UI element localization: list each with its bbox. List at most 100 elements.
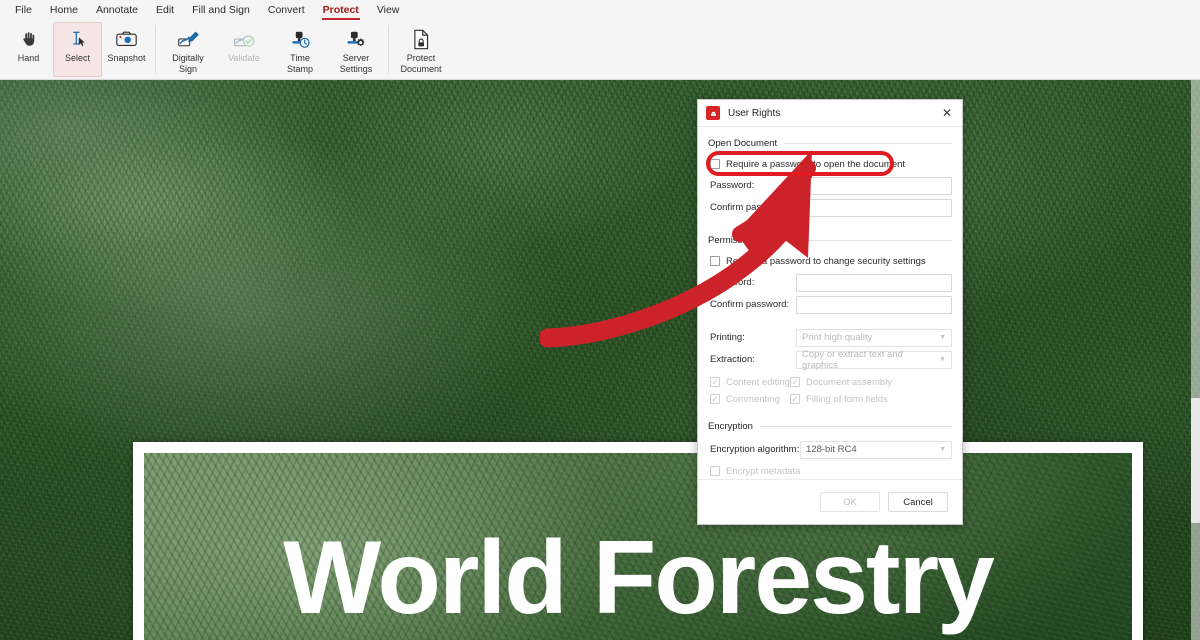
tool-label: Server — [342, 53, 370, 63]
tool-label: Time — [290, 53, 310, 63]
protect-document-icon — [411, 27, 431, 51]
encrypt-metadata-checkbox[interactable] — [710, 466, 720, 476]
permissions-confirm-password-row: Confirm password: — [710, 295, 952, 314]
toolbar-separator-2 — [388, 25, 389, 73]
chevron-down-icon: ▼ — [939, 446, 946, 453]
tool-label: Select — [64, 53, 90, 63]
toolbar-separator — [155, 25, 156, 73]
open-password-input[interactable] — [796, 176, 952, 195]
document-assembly-checkbox[interactable]: ✓ — [790, 377, 800, 387]
document-assembly-label: Document assembly — [806, 376, 893, 388]
encrypt-metadata-checkbox-row[interactable]: Encrypt metadata — [710, 464, 952, 478]
extraction-dropdown[interactable]: Copy or extract text and graphics ▼ — [796, 348, 952, 371]
content-editing-label: Content editing — [726, 376, 790, 388]
menu-item-convert[interactable]: Convert — [259, 1, 314, 20]
section-rule — [759, 426, 952, 427]
require-permissions-password-label: Require a password to change security se… — [726, 255, 926, 267]
require-open-password-checkbox-row[interactable]: Require a password to open the document — [710, 157, 952, 171]
dialog-body: Open Document Require a password to open… — [698, 127, 962, 480]
menu-item-view[interactable]: View — [368, 1, 409, 20]
permission-checkbox-grid: ✓ Content editing ✓ Document assembly ✓ … — [710, 375, 952, 406]
ok-button[interactable]: OK — [820, 492, 880, 512]
require-permissions-password-checkbox-row[interactable]: Require a password to change security se… — [710, 254, 952, 268]
tool-select[interactable]: Select — [53, 22, 102, 77]
permissions-password-row: Password: — [710, 273, 952, 292]
require-open-password-label: Require a password to open the document — [726, 158, 906, 170]
tool-snapshot[interactable]: Snapshot — [102, 22, 151, 77]
tool-digitally-sign[interactable]: Digitally Sign — [160, 22, 216, 77]
filling-form-fields-label: Filling of form fields — [806, 393, 888, 405]
tool-time-stamp[interactable]: Time Stamp — [272, 22, 328, 77]
tool-label-line2: Document — [400, 63, 442, 74]
commenting-checkbox[interactable]: ✓ — [710, 394, 720, 404]
dialog-footer: OK Cancel — [698, 479, 962, 524]
tool-hand[interactable]: Hand — [4, 22, 53, 77]
commenting-label: Commenting — [726, 393, 780, 405]
encryption-algorithm-dropdown[interactable]: 128-bit RC4 ▼ — [800, 440, 952, 459]
chevron-down-icon: ▼ — [939, 334, 946, 341]
pdf-page-content: World Forestry — [144, 453, 1132, 640]
open-confirm-password-label: Confirm password: — [710, 202, 790, 213]
filling-form-fields-checkbox-row[interactable]: ✓ Filling of form fields — [790, 392, 952, 406]
tool-label-line2: Sign — [178, 63, 197, 74]
tool-strip: Hand Select Snapshot Digitally Sign Vali… — [0, 20, 1200, 79]
menu-item-protect[interactable]: Protect — [314, 1, 368, 20]
cancel-button[interactable]: Cancel — [888, 492, 948, 512]
menu-item-edit[interactable]: Edit — [147, 1, 183, 20]
tool-protect-document[interactable]: Protect Document — [393, 22, 449, 77]
commenting-checkbox-row[interactable]: ✓ Commenting — [710, 392, 790, 406]
encryption-algorithm-row: Encryption algorithm: 128-bit RC4 ▼ — [710, 440, 952, 459]
section-label: Open Document — [708, 138, 778, 149]
content-editing-checkbox[interactable]: ✓ — [710, 377, 720, 387]
section-rule — [784, 143, 952, 144]
extraction-label: Extraction: — [710, 354, 755, 365]
menu-item-fill-and-sign[interactable]: Fill and Sign — [183, 1, 259, 20]
section-permissions: Permissions — [708, 235, 952, 246]
section-rule — [766, 240, 952, 241]
tool-label: Snapshot — [107, 53, 146, 63]
hand-icon — [20, 27, 38, 51]
menu-item-annotate[interactable]: Annotate — [87, 1, 147, 20]
permissions-confirm-password-input[interactable] — [796, 295, 952, 314]
camera-icon — [116, 27, 137, 51]
digital-signature-icon — [177, 27, 199, 51]
tool-label-line2: Settings — [339, 63, 373, 74]
permissions-password-label: Password: — [710, 277, 755, 288]
vertical-scrollbar[interactable] — [1191, 80, 1200, 640]
encryption-algorithm-value: 128-bit RC4 — [806, 444, 857, 455]
user-rights-dialog[interactable]: User Rights ✕ Open Document Require a pa… — [697, 99, 963, 525]
page-title: World Forestry — [283, 520, 995, 636]
document-viewer[interactable]: World Forestry — [0, 80, 1200, 640]
open-confirm-password-input[interactable] — [796, 198, 952, 217]
tool-label: Validate — [228, 53, 260, 63]
menu-item-home[interactable]: Home — [41, 1, 87, 20]
printing-dropdown[interactable]: Print high quality ▼ — [796, 328, 952, 347]
require-permissions-password-checkbox[interactable] — [710, 256, 720, 266]
tool-server-settings[interactable]: Server Settings — [328, 22, 384, 77]
text-select-icon — [68, 27, 88, 51]
permissions-confirm-password-label: Confirm password: — [710, 299, 790, 310]
printing-row: Printing: Print high quality ▼ — [710, 328, 952, 347]
menu-item-file[interactable]: File — [6, 1, 41, 20]
document-assembly-checkbox-row[interactable]: ✓ Document assembly — [790, 375, 952, 389]
require-open-password-checkbox[interactable] — [710, 159, 720, 169]
tool-validate[interactable]: Validate — [216, 22, 272, 77]
section-label: Encryption — [708, 421, 753, 432]
server-settings-icon — [345, 27, 367, 51]
section-encryption: Encryption — [708, 421, 952, 432]
tool-label: Digitally — [172, 53, 204, 63]
validate-check-icon — [233, 27, 255, 51]
section-label: Permissions — [708, 235, 760, 246]
dialog-title: User Rights — [728, 107, 781, 119]
content-editing-checkbox-row[interactable]: ✓ Content editing — [710, 375, 790, 389]
pdf-page[interactable]: World Forestry — [133, 442, 1143, 640]
menu-bar: File Home Annotate Edit Fill and Sign Co… — [0, 0, 1200, 20]
extraction-value: Copy or extract text and graphics — [802, 348, 903, 371]
permissions-password-input[interactable] — [796, 273, 952, 292]
printing-label: Printing: — [710, 332, 745, 343]
dialog-title-bar: User Rights ✕ — [698, 100, 962, 127]
close-icon[interactable]: ✕ — [938, 104, 956, 122]
printing-value: Print high quality — [802, 332, 873, 343]
scrollbar-thumb[interactable] — [1191, 398, 1200, 523]
filling-form-fields-checkbox[interactable]: ✓ — [790, 394, 800, 404]
